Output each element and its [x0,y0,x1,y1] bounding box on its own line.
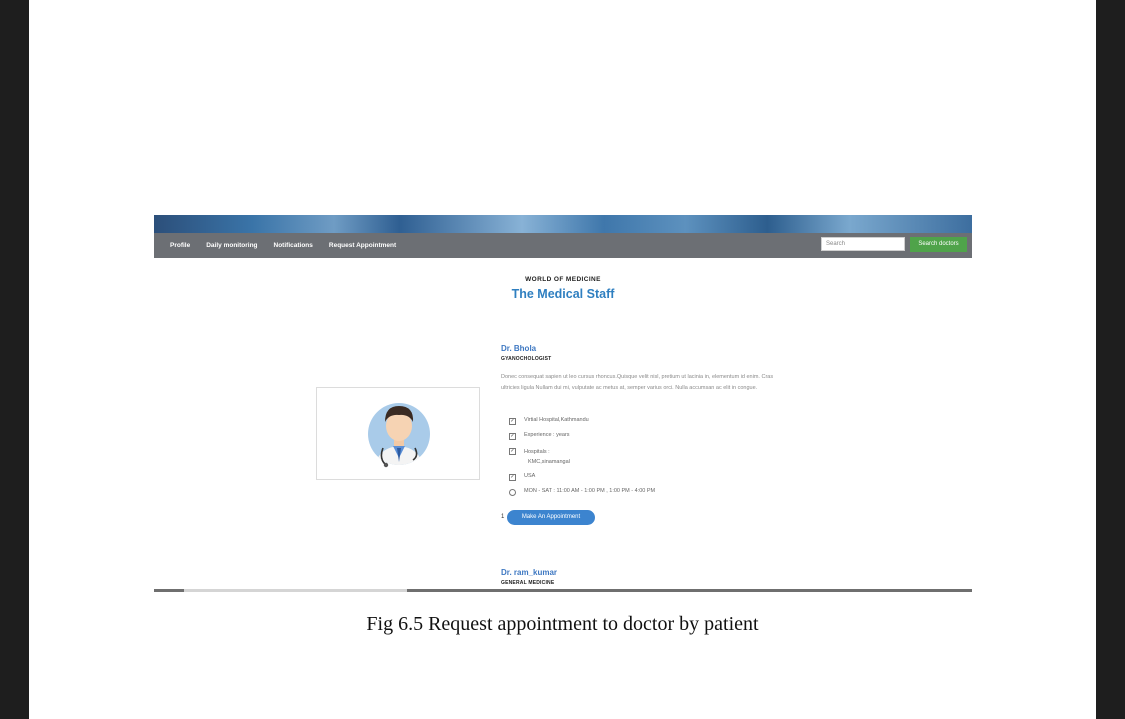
make-appointment-button[interactable]: Make An Appointment [507,510,595,525]
search-input[interactable]: Search [821,237,905,251]
info-hospital: ✓ Virtial Hospital,Kathmandu [509,417,589,425]
info-country: ✓ USA [509,473,535,481]
section-eyebrow: WORLD OF MEDICINE [525,276,601,283]
checkbox-icon: ✓ [509,448,516,455]
doctor-description: Donec consequat sapien ut leo cursus rho… [501,374,774,391]
nav-request-appointment[interactable]: Request Appointment [329,242,396,249]
checkbox-icon: ✓ [509,433,516,440]
clock-icon [509,489,516,496]
scrollbar-thumb[interactable] [407,589,972,592]
horizontal-scrollbar[interactable] [154,589,972,592]
scrollbar-left-segment [154,589,184,592]
info-hospitals-block: Hospitals : KMC,sinamangal [524,447,570,467]
figure-caption: Fig 6.5 Request appointment to doctor by… [366,613,759,635]
checkbox-icon: ✓ [509,418,516,425]
info-hospitals-value: KMC,sinamangal [528,459,570,465]
info-hours-text: MON - SAT : 11:00 AM - 1:00 PM , 1:00 PM… [524,488,656,494]
info-hospitals-label: Hospitals : [524,449,550,455]
doctor-name[interactable]: Dr. Bhola [501,344,536,353]
top-nav: Profile Daily monitoring Notifications R… [154,233,972,258]
nav-daily-monitoring[interactable]: Daily monitoring [206,242,257,249]
doctor2-specialty: GENERAL MEDICINE [501,580,555,586]
app-screenshot: Profile Daily monitoring Notifications R… [154,215,972,592]
info-country-text: USA [524,473,536,479]
doctor-specialty: GYANOCHOLOGIST [501,356,552,362]
info-hospital-text: Virtial Hospital,Kathmandu [524,417,589,423]
info-hours: MON - SAT : 11:00 AM - 1:00 PM , 1:00 PM… [509,488,655,496]
appointment-counter: 1 [501,514,505,520]
checkbox-icon: ✓ [509,474,516,481]
header-banner [154,215,972,233]
nav-notifications[interactable]: Notifications [274,242,313,249]
info-experience: ✓ Experience : years [509,432,570,440]
page-title: The Medical Staff [511,287,615,301]
doctor-photo-card [316,387,480,480]
nav-profile[interactable]: Profile [170,242,190,249]
info-hospitals: ✓ Hospitals : KMC,sinamangal [509,447,570,467]
search-doctors-button[interactable]: Search doctors [910,237,967,252]
doctor2-name[interactable]: Dr. ram_kumar [501,568,557,577]
info-experience-text: Experience : years [524,432,570,438]
doctor-avatar-icon [368,403,430,468]
